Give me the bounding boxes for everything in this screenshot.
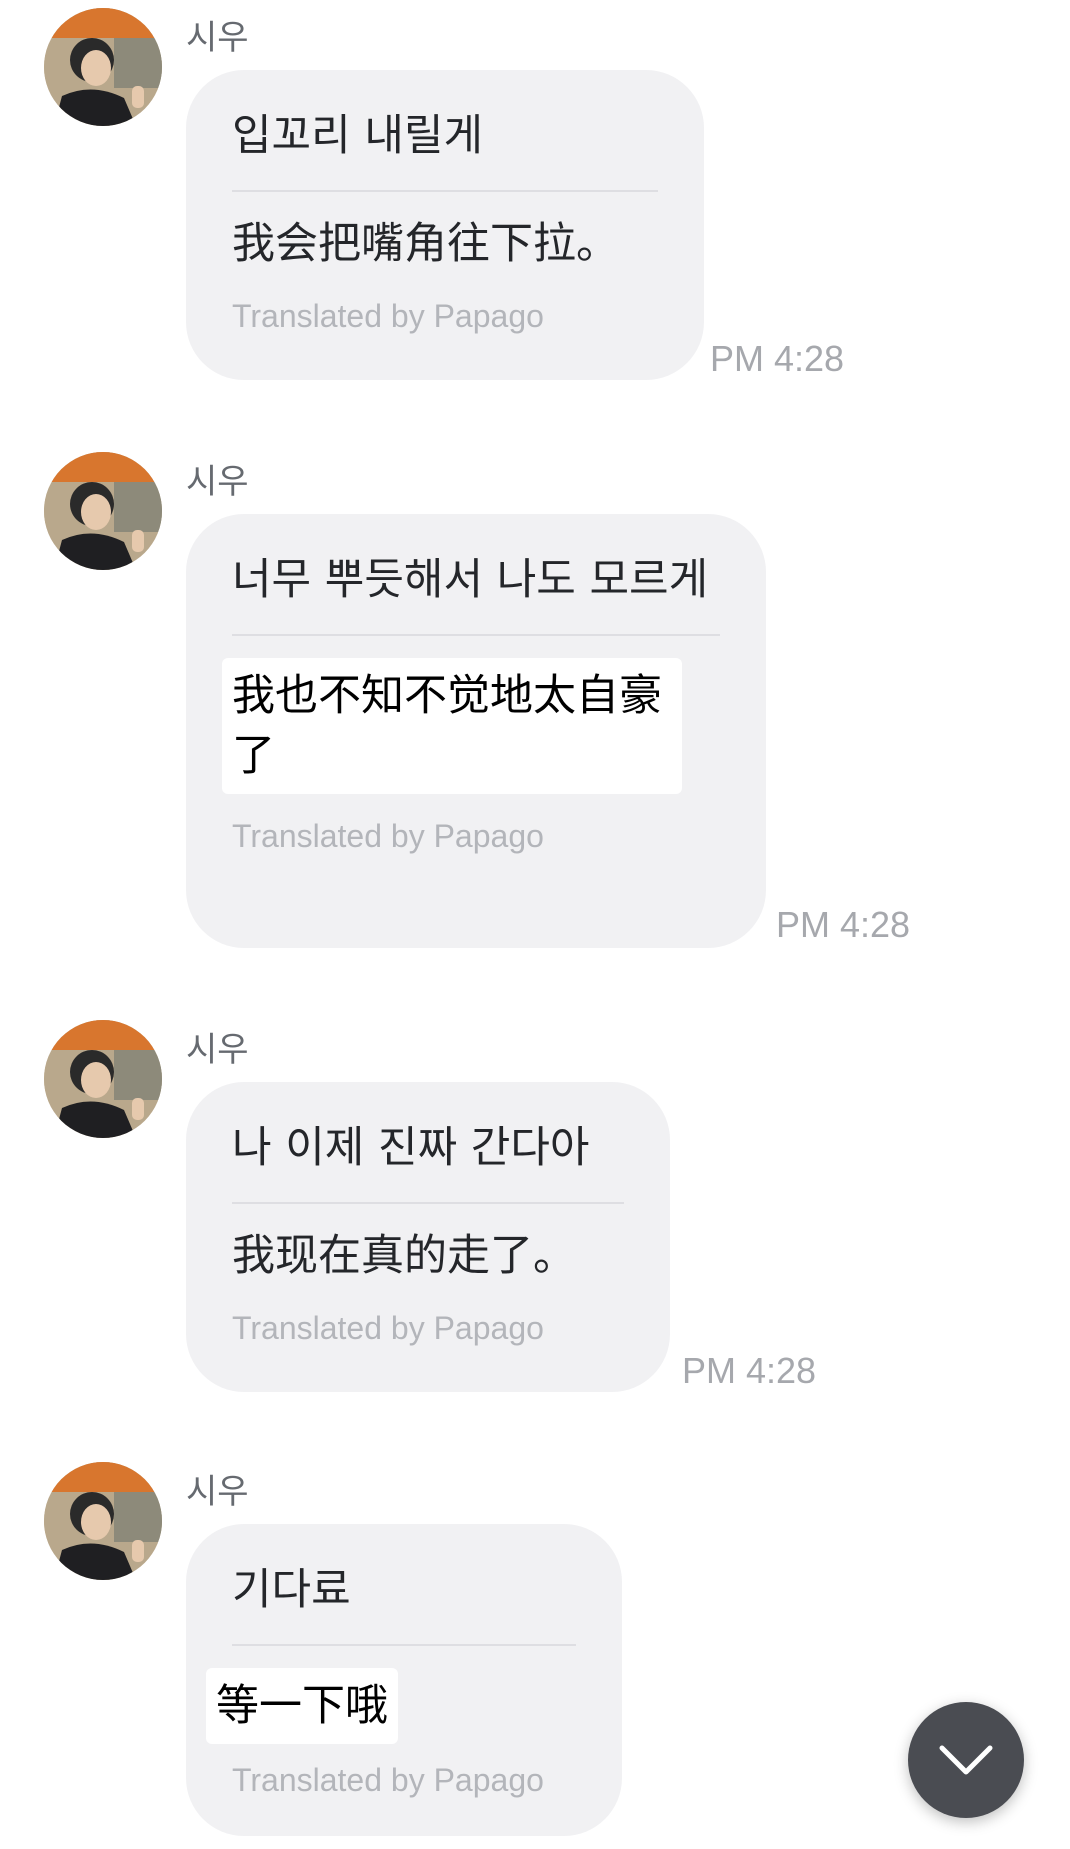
- timestamp: PM 4:28: [710, 338, 845, 379]
- sender-name: 시우: [186, 1472, 249, 1512]
- chevron-down-icon: [939, 1745, 993, 1775]
- avatar[interactable]: [44, 1462, 162, 1580]
- sender-name: 시우: [186, 18, 249, 58]
- original-text: 나 이제 진짜 간다아: [232, 1123, 590, 1173]
- sender-name: 시우: [186, 1030, 249, 1070]
- original-text: 입꼬리 내릴게: [232, 111, 484, 161]
- sender-name: 시우: [186, 462, 249, 502]
- timestamp: PM 4:28: [682, 1350, 817, 1391]
- translated-by-label: Translated by Papago: [232, 1310, 544, 1346]
- timestamp: PM 4:28: [776, 904, 911, 945]
- avatar[interactable]: [44, 1020, 162, 1138]
- avatar[interactable]: [44, 8, 162, 126]
- translated-text: 我也不知不觉地太自豪了: [222, 658, 682, 794]
- message-group: 시우 기다료 等一下哦 Translated by Papago: [0, 1454, 1070, 1849]
- avatar-photo-icon: [44, 8, 162, 126]
- translated-text: 等一下哦: [206, 1668, 398, 1744]
- avatar-photo-icon: [44, 452, 162, 570]
- message-bubble[interactable]: 입꼬리 내릴게 我会把嘴角往下拉。 Translated by Papago: [186, 70, 704, 380]
- translated-by-label: Translated by Papago: [232, 1762, 544, 1798]
- scroll-to-bottom-button[interactable]: [908, 1702, 1024, 1818]
- avatar-photo-icon: [44, 1462, 162, 1580]
- divider: [232, 1202, 624, 1204]
- message-group: 시우 너무 뿌듯해서 나도 모르게 我也不知不觉地太自豪了 Translated…: [0, 444, 1070, 964]
- divider: [232, 1644, 576, 1646]
- original-text: 너무 뿌듯해서 나도 모르게: [232, 555, 709, 605]
- message-group: 시우 입꼬리 내릴게 我会把嘴角往下拉。 Translated by Papag…: [0, 0, 1070, 380]
- translated-by-label: Translated by Papago: [232, 818, 544, 854]
- divider: [232, 190, 658, 192]
- avatar[interactable]: [44, 452, 162, 570]
- message-group: 시우 나 이제 진짜 간다아 我现在真的走了。 Translated by Pa…: [0, 1012, 1070, 1392]
- divider: [232, 634, 720, 636]
- message-bubble[interactable]: 기다료 等一下哦 Translated by Papago: [186, 1524, 622, 1836]
- message-bubble[interactable]: 나 이제 진짜 간다아 我现在真的走了。 Translated by Papag…: [186, 1082, 670, 1392]
- message-bubble[interactable]: 너무 뿌듯해서 나도 모르게 我也不知不觉地太自豪了 Translated by…: [186, 514, 766, 948]
- translated-text: 我现在真的走了。: [232, 1231, 576, 1281]
- translated-text: 我会把嘴角往下拉。: [232, 219, 619, 269]
- original-text: 기다료: [232, 1565, 351, 1615]
- avatar-photo-icon: [44, 1020, 162, 1138]
- translated-by-label: Translated by Papago: [232, 298, 544, 334]
